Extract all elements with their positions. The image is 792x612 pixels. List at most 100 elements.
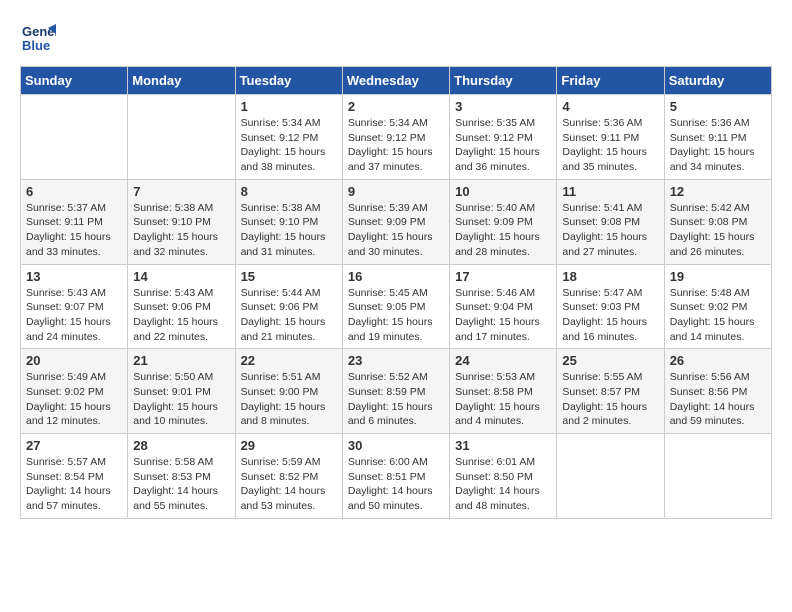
day-detail: Sunrise: 5:48 AM Sunset: 9:02 PM Dayligh… <box>670 286 766 345</box>
week-row-2: 6 Sunrise: 5:37 AM Sunset: 9:11 PM Daylig… <box>21 179 772 264</box>
week-row-4: 20 Sunrise: 5:49 AM Sunset: 9:02 PM Dayli… <box>21 349 772 434</box>
calendar-cell: 11Sunrise: 5:41 AM Sunset: 9:08 PM Dayli… <box>557 179 664 264</box>
day-number: 28 <box>133 438 229 453</box>
weekday-header-sunday: Sunday <box>21 67 128 95</box>
day-number: 29 <box>241 438 337 453</box>
day-detail: Sunrise: 5:35 AM Sunset: 9:12 PM Dayligh… <box>455 116 551 175</box>
day-number: 11 <box>562 184 658 199</box>
day-detail: Sunrise: 5:38 AM Sunset: 9:10 PM Dayligh… <box>241 201 337 260</box>
calendar-cell: 3 Sunrise: 5:35 AM Sunset: 9:12 PM Daylig… <box>450 95 557 180</box>
day-number: 26 <box>670 353 766 368</box>
day-detail: Sunrise: 5:36 AM Sunset: 9:11 PM Dayligh… <box>562 116 658 175</box>
day-number: 23 <box>348 353 444 368</box>
calendar-cell <box>664 434 771 519</box>
day-number: 2 <box>348 99 444 114</box>
day-number: 8 <box>241 184 337 199</box>
calendar-cell: 14 Sunrise: 5:43 AM Sunset: 9:06 PM Dayli… <box>128 264 235 349</box>
day-number: 19 <box>670 269 766 284</box>
day-number: 17 <box>455 269 551 284</box>
calendar-cell: 9Sunrise: 5:39 AM Sunset: 9:09 PM Daylig… <box>342 179 449 264</box>
logo-icon: General Blue <box>20 20 56 56</box>
calendar-cell: 2 Sunrise: 5:34 AM Sunset: 9:12 PM Daylig… <box>342 95 449 180</box>
calendar-cell <box>21 95 128 180</box>
day-detail: Sunrise: 5:58 AM Sunset: 8:53 PM Dayligh… <box>133 455 229 514</box>
day-detail: Sunrise: 5:57 AM Sunset: 8:54 PM Dayligh… <box>26 455 122 514</box>
day-detail: Sunrise: 5:43 AM Sunset: 9:07 PM Dayligh… <box>26 286 122 345</box>
calendar-cell: 30 Sunrise: 6:00 AM Sunset: 8:51 PM Dayli… <box>342 434 449 519</box>
day-detail: Sunrise: 5:50 AM Sunset: 9:01 PM Dayligh… <box>133 370 229 429</box>
weekday-header-tuesday: Tuesday <box>235 67 342 95</box>
day-detail: Sunrise: 5:52 AM Sunset: 8:59 PM Dayligh… <box>348 370 444 429</box>
day-number: 20 <box>26 353 122 368</box>
calendar-cell: 15 Sunrise: 5:44 AM Sunset: 9:06 PM Dayli… <box>235 264 342 349</box>
calendar-cell: 21 Sunrise: 5:50 AM Sunset: 9:01 PM Dayli… <box>128 349 235 434</box>
day-number: 18 <box>562 269 658 284</box>
calendar-cell: 29 Sunrise: 5:59 AM Sunset: 8:52 PM Dayli… <box>235 434 342 519</box>
weekday-header-row: SundayMondayTuesdayWednesdayThursdayFrid… <box>21 67 772 95</box>
logo: General Blue <box>20 20 60 56</box>
day-number: 15 <box>241 269 337 284</box>
day-detail: Sunrise: 5:34 AM Sunset: 9:12 PM Dayligh… <box>348 116 444 175</box>
week-row-5: 27 Sunrise: 5:57 AM Sunset: 8:54 PM Dayli… <box>21 434 772 519</box>
day-detail: Sunrise: 5:51 AM Sunset: 9:00 PM Dayligh… <box>241 370 337 429</box>
day-detail: Sunrise: 6:01 AM Sunset: 8:50 PM Dayligh… <box>455 455 551 514</box>
day-detail: Sunrise: 5:49 AM Sunset: 9:02 PM Dayligh… <box>26 370 122 429</box>
week-row-1: 1 Sunrise: 5:34 AM Sunset: 9:12 PM Daylig… <box>21 95 772 180</box>
day-detail: Sunrise: 5:47 AM Sunset: 9:03 PM Dayligh… <box>562 286 658 345</box>
calendar-cell: 27 Sunrise: 5:57 AM Sunset: 8:54 PM Dayli… <box>21 434 128 519</box>
day-detail: Sunrise: 5:42 AM Sunset: 9:08 PM Dayligh… <box>670 201 766 260</box>
calendar-cell: 13 Sunrise: 5:43 AM Sunset: 9:07 PM Dayli… <box>21 264 128 349</box>
calendar-cell: 4Sunrise: 5:36 AM Sunset: 9:11 PM Daylig… <box>557 95 664 180</box>
day-detail: Sunrise: 5:36 AM Sunset: 9:11 PM Dayligh… <box>670 116 766 175</box>
weekday-header-monday: Monday <box>128 67 235 95</box>
calendar-cell: 8 Sunrise: 5:38 AM Sunset: 9:10 PM Daylig… <box>235 179 342 264</box>
calendar-cell: 7 Sunrise: 5:38 AM Sunset: 9:10 PM Daylig… <box>128 179 235 264</box>
day-detail: Sunrise: 5:40 AM Sunset: 9:09 PM Dayligh… <box>455 201 551 260</box>
day-detail: Sunrise: 5:55 AM Sunset: 8:57 PM Dayligh… <box>562 370 658 429</box>
day-detail: Sunrise: 5:39 AM Sunset: 9:09 PM Dayligh… <box>348 201 444 260</box>
calendar-cell: 19 Sunrise: 5:48 AM Sunset: 9:02 PM Dayli… <box>664 264 771 349</box>
weekday-header-friday: Friday <box>557 67 664 95</box>
calendar-cell: 20 Sunrise: 5:49 AM Sunset: 9:02 PM Dayli… <box>21 349 128 434</box>
day-detail: Sunrise: 6:00 AM Sunset: 8:51 PM Dayligh… <box>348 455 444 514</box>
svg-text:Blue: Blue <box>22 38 50 53</box>
calendar-cell: 28 Sunrise: 5:58 AM Sunset: 8:53 PM Dayli… <box>128 434 235 519</box>
day-number: 13 <box>26 269 122 284</box>
day-number: 30 <box>348 438 444 453</box>
day-number: 6 <box>26 184 122 199</box>
day-detail: Sunrise: 5:37 AM Sunset: 9:11 PM Dayligh… <box>26 201 122 260</box>
calendar-cell <box>128 95 235 180</box>
day-detail: Sunrise: 5:38 AM Sunset: 9:10 PM Dayligh… <box>133 201 229 260</box>
calendar-cell: 1 Sunrise: 5:34 AM Sunset: 9:12 PM Daylig… <box>235 95 342 180</box>
calendar-cell: 31Sunrise: 6:01 AM Sunset: 8:50 PM Dayli… <box>450 434 557 519</box>
weekday-header-thursday: Thursday <box>450 67 557 95</box>
calendar-cell: 16Sunrise: 5:45 AM Sunset: 9:05 PM Dayli… <box>342 264 449 349</box>
day-number: 3 <box>455 99 551 114</box>
day-number: 22 <box>241 353 337 368</box>
day-number: 12 <box>670 184 766 199</box>
calendar-cell: 10Sunrise: 5:40 AM Sunset: 9:09 PM Dayli… <box>450 179 557 264</box>
day-detail: Sunrise: 5:34 AM Sunset: 9:12 PM Dayligh… <box>241 116 337 175</box>
day-detail: Sunrise: 5:44 AM Sunset: 9:06 PM Dayligh… <box>241 286 337 345</box>
day-number: 16 <box>348 269 444 284</box>
svg-text:General: General <box>22 24 56 39</box>
week-row-3: 13 Sunrise: 5:43 AM Sunset: 9:07 PM Dayli… <box>21 264 772 349</box>
calendar-cell: 25Sunrise: 5:55 AM Sunset: 8:57 PM Dayli… <box>557 349 664 434</box>
day-number: 7 <box>133 184 229 199</box>
day-detail: Sunrise: 5:43 AM Sunset: 9:06 PM Dayligh… <box>133 286 229 345</box>
day-number: 5 <box>670 99 766 114</box>
day-number: 27 <box>26 438 122 453</box>
calendar-cell: 22 Sunrise: 5:51 AM Sunset: 9:00 PM Dayli… <box>235 349 342 434</box>
day-number: 21 <box>133 353 229 368</box>
page-header: General Blue <box>20 20 772 56</box>
calendar-cell: 5 Sunrise: 5:36 AM Sunset: 9:11 PM Daylig… <box>664 95 771 180</box>
calendar-cell: 12 Sunrise: 5:42 AM Sunset: 9:08 PM Dayli… <box>664 179 771 264</box>
calendar-cell <box>557 434 664 519</box>
day-detail: Sunrise: 5:56 AM Sunset: 8:56 PM Dayligh… <box>670 370 766 429</box>
calendar-cell: 24Sunrise: 5:53 AM Sunset: 8:58 PM Dayli… <box>450 349 557 434</box>
calendar-cell: 18 Sunrise: 5:47 AM Sunset: 9:03 PM Dayli… <box>557 264 664 349</box>
day-number: 14 <box>133 269 229 284</box>
calendar-cell: 6 Sunrise: 5:37 AM Sunset: 9:11 PM Daylig… <box>21 179 128 264</box>
day-number: 1 <box>241 99 337 114</box>
day-detail: Sunrise: 5:59 AM Sunset: 8:52 PM Dayligh… <box>241 455 337 514</box>
